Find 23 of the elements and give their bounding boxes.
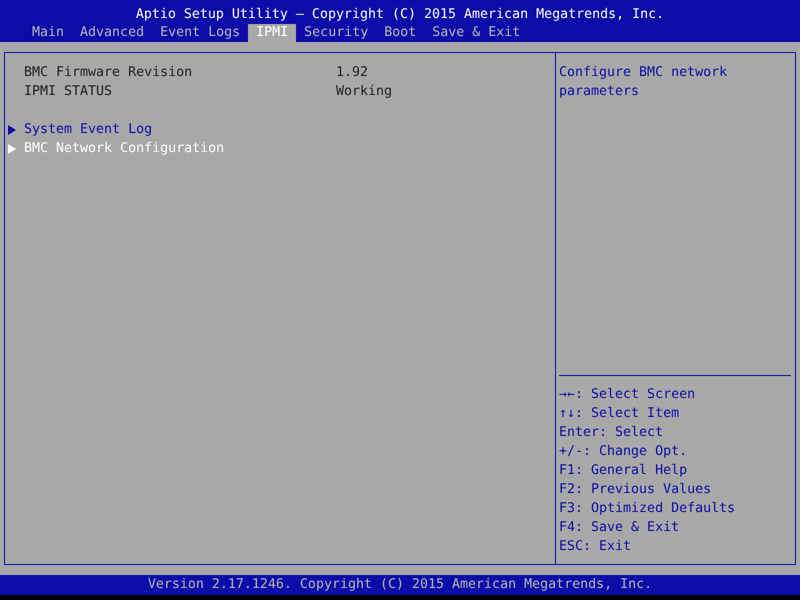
key-hint: Enter: Select	[559, 424, 664, 442]
key-hint: ↑↓: Select Item	[559, 405, 680, 423]
key-hint: F3: Optimized Defaults	[559, 500, 736, 518]
menu-tab[interactable]: Security	[296, 24, 376, 42]
menu-tab[interactable]: Boot	[376, 24, 424, 42]
menu-tab[interactable]: Save & Exit	[424, 24, 528, 42]
version-footer: Version 2.17.1246. Copyright (C) 2015 American Megatrends, Inc.	[0, 575, 800, 595]
help-text: Configure BMC network parameters	[559, 64, 728, 101]
menu-tab[interactable]: Event Logs	[152, 24, 248, 42]
key-hint: F4: Save & Exit	[559, 519, 680, 537]
key-hint: →←: Select Screen	[559, 386, 696, 404]
key-hint: +/-: Change Opt.	[559, 443, 688, 461]
menu-tab[interactable]: Advanced	[72, 24, 152, 42]
menu-tab[interactable]: Main	[24, 24, 72, 42]
key-hint: F2: Previous Values	[559, 481, 712, 499]
setting-label: IPMI STATUS	[24, 83, 114, 101]
key-hint: F1: General Help	[559, 462, 688, 480]
setting-value: Working	[336, 83, 392, 101]
submenu-link[interactable]: System Event Log	[24, 120, 152, 139]
setting-label: BMC Firmware Revision	[24, 64, 194, 82]
key-hint: ESC: Exit	[559, 538, 632, 556]
setting-value: 1.92	[336, 64, 368, 82]
window-title: Aptio Setup Utility – Copyright (C) 2015 American Megatrends, Inc.	[134, 6, 666, 24]
